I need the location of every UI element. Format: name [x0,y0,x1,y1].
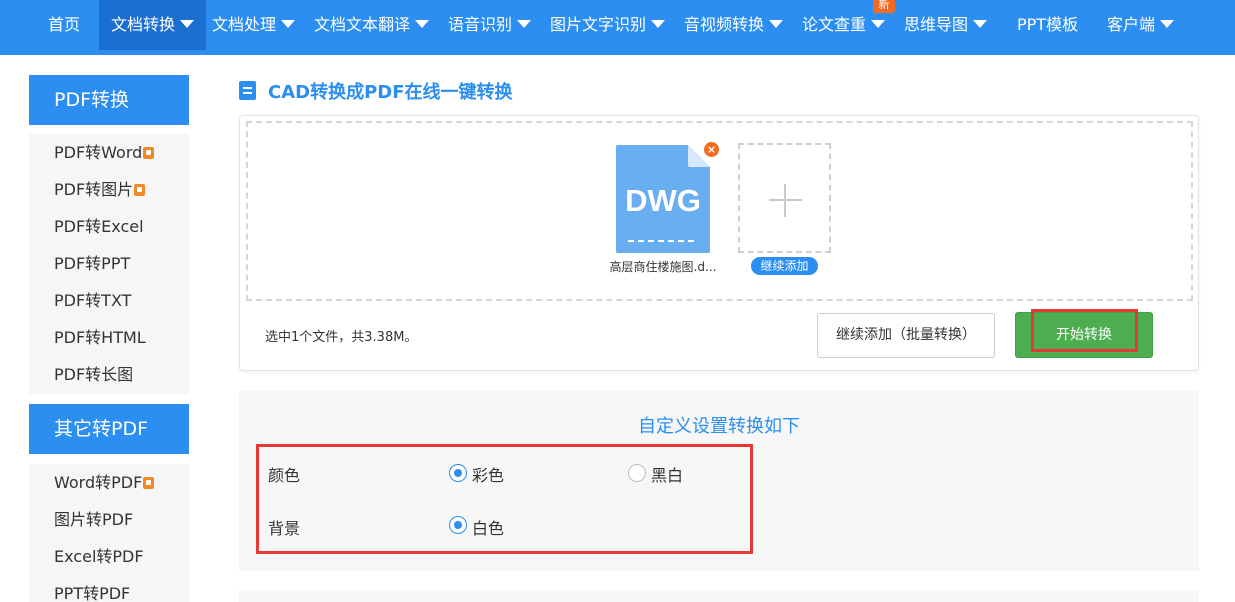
radio-background-white[interactable] [449,516,467,534]
nav-item-doc-convert[interactable]: 文档转换 [99,0,207,50]
sidebar-item-pdf-to-word[interactable]: PDF转Word [29,134,189,171]
chevron-down-icon [281,19,296,28]
chevron-down-icon [415,19,430,28]
nav-item-ppt-templates[interactable]: PPT模板 [1017,0,1078,50]
nav-item-doc-translate[interactable]: 文档文本翻译 [314,0,430,50]
nav-item-image-ocr[interactable]: 图片文字识别 [550,0,666,50]
chevron-down-icon [871,19,886,28]
sidebar-item-pdf-to-ppt[interactable]: PDF转PPT [29,245,189,282]
add-file-box[interactable] [738,143,831,253]
sidebar-item-word-to-pdf[interactable]: Word转PDF [29,464,189,501]
sidebar-item-pdf-to-long-image[interactable]: PDF转长图 [29,356,189,393]
sidebar-item-pdf-to-txt[interactable]: PDF转TXT [29,282,189,319]
vip-icon [143,146,155,159]
sidebar-list-other-to-pdf: Word转PDF 图片转PDF Excel转PDF PPT转PDF [29,464,189,602]
sidebar-item-pdf-to-excel[interactable]: PDF转Excel [29,208,189,245]
dwg-file-icon[interactable]: DWG [616,145,710,253]
radio-label-background-white[interactable]: 白色 [472,515,504,539]
sidebar-list-pdf-convert: PDF转Word PDF转图片 PDF转Excel PDF转PPT PDF转TX… [29,134,189,394]
next-panel-edge [239,590,1199,602]
sidebar-item-excel-to-pdf[interactable]: Excel转PDF [29,538,189,575]
page-title: CAD转换成PDF在线一键转换 [268,82,513,103]
new-badge: 新 [873,0,895,13]
vip-icon [143,476,155,489]
sidebar-item-image-to-pdf[interactable]: 图片转PDF [29,501,189,538]
nav-item-home[interactable]: 首页 [48,0,80,50]
nav-item-mind-map[interactable]: 思维导图 [904,0,988,50]
chevron-down-icon [973,19,988,28]
batch-add-button[interactable]: 继续添加（批量转换） [817,313,995,358]
nav-item-client[interactable]: 客户端 [1107,0,1175,50]
sidebar-item-pdf-to-image[interactable]: PDF转图片 [29,171,189,208]
chevron-down-icon [517,19,532,28]
option-label-color: 颜色 [268,466,301,485]
nav-item-doc-process[interactable]: 文档处理 [212,0,296,50]
radio-label-color-bw[interactable]: 黑白 [651,462,683,486]
chevron-down-icon [1160,19,1175,28]
document-icon [239,81,256,100]
remove-file-button[interactable]: × [704,142,719,157]
continue-add-button[interactable]: 继续添加 [751,257,818,275]
chevron-down-icon [651,19,666,28]
file-type-label: DWG [625,183,701,218]
radio-color-bw[interactable] [628,464,646,482]
nav-item-speech-recognition[interactable]: 语音识别 [448,0,532,50]
chevron-down-icon [769,19,784,28]
chevron-down-icon [180,19,195,28]
file-summary: 选中1个文件，共3.38M。 [265,330,418,345]
file-name: 高层商住楼施图.d... [609,260,717,274]
nav-item-av-convert[interactable]: 音视频转换 [684,0,784,50]
sidebar-header-pdf-convert: PDF转换 [29,75,189,125]
option-label-background: 背景 [268,519,301,538]
top-nav: 首页 文档转换 文档处理 文档文本翻译 语音识别 图片文字识别 音视频转换 论文… [0,0,1235,55]
radio-color-full[interactable] [449,464,467,482]
radio-label-color-full[interactable]: 彩色 [472,462,504,486]
vip-icon [134,183,146,196]
sidebar-header-other-to-pdf: 其它转PDF [29,404,189,454]
sidebar-item-ppt-to-pdf[interactable]: PPT转PDF [29,575,189,602]
sidebar-item-pdf-to-html[interactable]: PDF转HTML [29,319,189,356]
start-convert-button[interactable]: 开始转换 [1015,312,1153,358]
settings-title: 自定义设置转换如下 [638,416,800,437]
